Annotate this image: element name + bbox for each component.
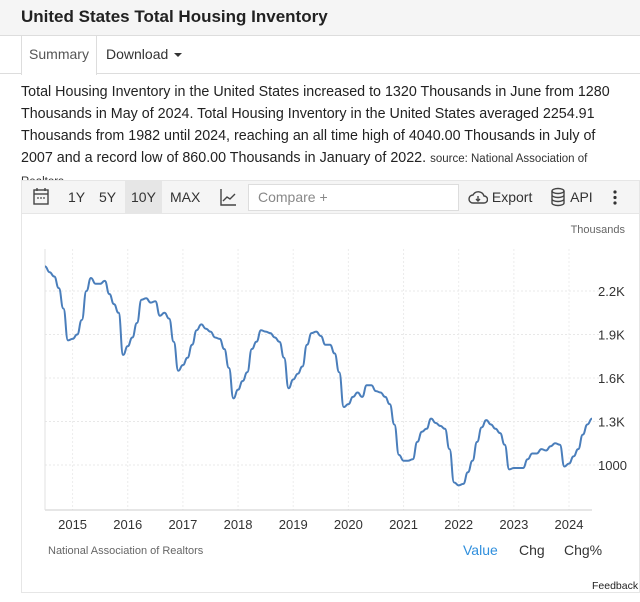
chart-type-icon[interactable] — [219, 181, 237, 214]
y-tick-label: 1.9K — [598, 328, 625, 343]
view-value[interactable]: Value — [463, 542, 498, 558]
export-button[interactable]: Export — [468, 181, 532, 214]
range-5y[interactable]: 5Y — [99, 181, 116, 214]
tab-summary[interactable]: Summary — [21, 36, 97, 75]
y-tick-label: 1000 — [598, 458, 627, 473]
y-tick-label: 1.3K — [598, 415, 625, 430]
y-tick-label: 1.6K — [598, 371, 625, 386]
unit-label: Thousands — [571, 224, 626, 236]
api-label: API — [570, 189, 593, 205]
chart-toolbar: 1Y 5Y 10Y MAX Compare + Export API — [22, 181, 639, 214]
x-tick-label: 2018 — [224, 517, 253, 532]
range-10y[interactable]: 10Y — [125, 181, 162, 214]
api-button[interactable]: API — [549, 181, 593, 214]
x-tick-label: 2015 — [58, 517, 87, 532]
export-label: Export — [491, 189, 533, 205]
page-title: United States Total Housing Inventory — [21, 7, 328, 26]
line-chart: 2015 2016 2017 2018 2019 2020 2021 2022 2023 2024… — [44, 224, 627, 532]
x-tick-label: 2019 — [279, 517, 308, 532]
view-chg[interactable]: Chg — [519, 542, 545, 558]
y-tick-label: 2.2K — [598, 284, 625, 299]
compare-input[interactable]: Compare + — [248, 184, 459, 211]
chart-source: National Association of Realtors — [48, 545, 204, 557]
series-line — [44, 265, 593, 487]
download-label: Download — [106, 46, 169, 62]
title-bar: United States Total Housing Inventory — [0, 0, 640, 36]
calendar-icon[interactable] — [32, 181, 50, 214]
range-1y[interactable]: 1Y — [68, 181, 85, 214]
range-max[interactable]: MAX — [170, 181, 200, 214]
x-tick-label: 2017 — [168, 517, 197, 532]
view-chg-pct[interactable]: Chg% — [564, 542, 602, 558]
x-tick-label: 2021 — [389, 517, 418, 532]
tab-download[interactable]: Download — [106, 36, 183, 74]
more-options-icon[interactable] — [612, 181, 618, 214]
database-icon — [551, 187, 565, 207]
description: Total Housing Inventory in the United St… — [21, 81, 621, 193]
x-tick-label: 2020 — [334, 517, 363, 532]
x-tick-label: 2024 — [555, 517, 584, 532]
cloud-download-icon — [468, 191, 489, 204]
x-tick-label: 2023 — [499, 517, 528, 532]
caret-down-icon — [174, 53, 183, 58]
x-tick-label: 2022 — [444, 517, 473, 532]
tab-bar: Summary Download — [0, 36, 640, 75]
chart-container: 1Y 5Y 10Y MAX Compare + Export API 2015 2… — [21, 180, 640, 593]
x-tick-label: 2016 — [113, 517, 142, 532]
feedback-link[interactable]: Feedback — [592, 580, 638, 592]
